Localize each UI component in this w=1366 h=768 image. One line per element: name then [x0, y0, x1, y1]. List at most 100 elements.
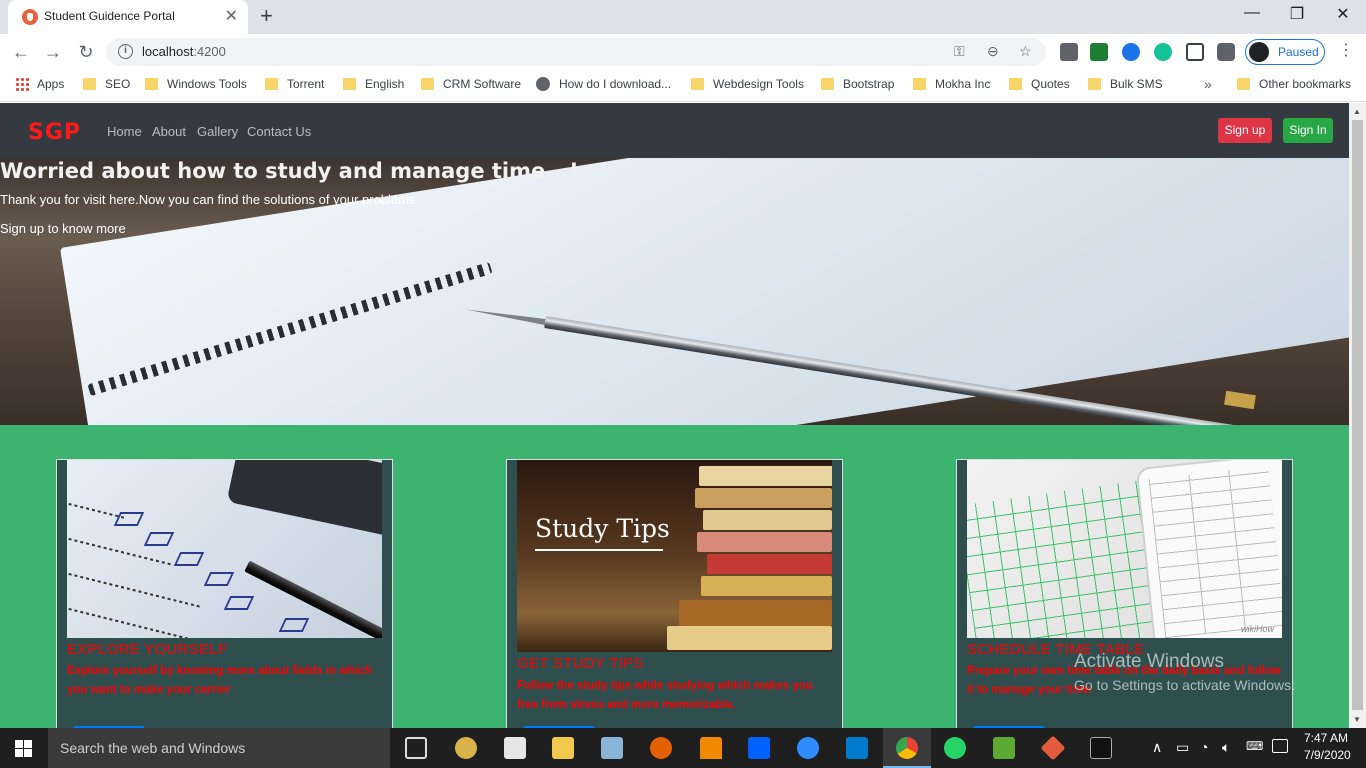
- nav-home[interactable]: Home: [107, 124, 142, 139]
- folder-icon: [1237, 78, 1250, 90]
- clock-date[interactable]: 7/9/2020: [1304, 748, 1351, 762]
- book-shape: [697, 532, 832, 552]
- back-icon[interactable]: ←: [9, 40, 33, 64]
- extension-dropper-icon[interactable]: [1060, 43, 1078, 61]
- browser-toolbar: ← → ↻ i localhost:4200 ⚿ ⊖ ☆ Paused ⋮: [0, 34, 1366, 70]
- zoom-app-icon[interactable]: [797, 737, 819, 759]
- folder-icon: [265, 78, 278, 90]
- windows-start-icon[interactable]: [15, 740, 32, 757]
- site-logo[interactable]: SGP: [28, 120, 81, 145]
- zoom-icon[interactable]: ⊖: [987, 43, 999, 60]
- signin-button[interactable]: Sign In: [1283, 118, 1333, 143]
- dotted-line: [67, 500, 126, 519]
- hero-pen-band: [1224, 390, 1256, 410]
- bookmark-star-icon[interactable]: ☆: [1019, 43, 1032, 60]
- bookmark-crm-software[interactable]: CRM Software: [421, 77, 521, 91]
- scroll-down-icon[interactable]: ▼: [1353, 715, 1361, 724]
- dropbox-icon[interactable]: [748, 737, 770, 759]
- dotted-line: [67, 570, 203, 609]
- tablet-table: [1148, 466, 1282, 638]
- chrome-icon[interactable]: [896, 737, 918, 759]
- git-app-icon[interactable]: [1040, 735, 1066, 761]
- hero-banner: Worried about how to study and manage ti…: [0, 158, 1349, 425]
- calculator-icon[interactable]: [504, 737, 526, 759]
- folder-icon: [821, 78, 834, 90]
- folder-icon: [913, 78, 926, 90]
- nav-contact-us[interactable]: Contact Us: [247, 124, 311, 139]
- extensions-puzzle-icon[interactable]: [1217, 43, 1235, 61]
- tray-expand-icon[interactable]: ∧: [1152, 739, 1162, 756]
- paint-icon[interactable]: [455, 737, 477, 759]
- restore-icon[interactable]: ❐: [1282, 4, 1312, 24]
- remote-desktop-icon[interactable]: [601, 737, 623, 759]
- browser-tab[interactable]: Student Guidence Portal ✕: [8, 0, 248, 34]
- more-bookmarks-icon[interactable]: »: [1204, 76, 1212, 92]
- extension-blue-icon[interactable]: [1122, 43, 1140, 61]
- firefox-icon[interactable]: [650, 737, 672, 759]
- bookmark-other[interactable]: Other bookmarks: [1237, 77, 1351, 91]
- folder-icon: [691, 78, 704, 90]
- activate-windows-title: Activate Windows: [1074, 651, 1224, 672]
- close-window-icon[interactable]: ✕: [1328, 4, 1358, 24]
- page-scrollbar[interactable]: ▲ ▼: [1349, 103, 1366, 728]
- address-bar[interactable]: i localhost:4200 ⚿ ⊖ ☆: [106, 38, 1046, 66]
- close-tab-icon[interactable]: ✕: [225, 6, 238, 26]
- taskbar-search-box[interactable]: Search the web and Windows: [48, 728, 390, 768]
- wifi-icon[interactable]: ◔: [1200, 739, 1208, 755]
- site-info-icon[interactable]: i: [118, 44, 133, 59]
- terminal-icon[interactable]: [1090, 737, 1112, 759]
- vlc-icon[interactable]: [700, 737, 722, 759]
- checkbox-shape: [113, 512, 145, 526]
- folder-icon: [421, 78, 434, 90]
- bookmark-apps[interactable]: Apps: [15, 77, 64, 91]
- scroll-thumb[interactable]: [1352, 120, 1363, 710]
- key-icon[interactable]: ⚿: [954, 43, 965, 60]
- extension-excel-icon[interactable]: [1090, 43, 1108, 61]
- file-explorer-icon[interactable]: [552, 737, 574, 759]
- bookmark-windows-tools[interactable]: Windows Tools: [145, 77, 247, 91]
- bookmark-quotes[interactable]: Quotes: [1009, 77, 1070, 91]
- profile-button[interactable]: Paused: [1245, 39, 1325, 65]
- bookmark-bulk-sms[interactable]: Bulk SMS: [1088, 77, 1163, 91]
- scroll-up-icon[interactable]: ▲: [1353, 107, 1361, 116]
- forward-icon[interactable]: →: [41, 40, 65, 64]
- whatsapp-icon[interactable]: [944, 737, 966, 759]
- nav-about[interactable]: About: [152, 124, 186, 139]
- bookmark-label: SEO: [105, 77, 131, 91]
- bookmark-webdesign-tools[interactable]: Webdesign Tools: [691, 77, 804, 91]
- extension-screenshot-icon[interactable]: [1186, 43, 1204, 61]
- bookmark-seo[interactable]: SEO: [83, 77, 130, 91]
- new-tab-icon[interactable]: +: [260, 3, 273, 29]
- book-shape: [679, 600, 832, 626]
- angular-favicon-icon: [22, 9, 38, 25]
- study-tips-image: Study Tips: [517, 460, 832, 652]
- clock-time[interactable]: 7:47 AM: [1304, 731, 1348, 745]
- bookmark-torrent[interactable]: Torrent: [265, 77, 324, 91]
- checkbox-shape: [173, 552, 205, 566]
- bookmark-english[interactable]: English: [343, 77, 404, 91]
- bookmark-label: Apps: [37, 77, 65, 91]
- battery-icon[interactable]: ▭: [1176, 739, 1189, 756]
- keyboard-icon[interactable]: ⌨: [1246, 739, 1263, 753]
- bookmark-mokha-inc[interactable]: Mokha Inc: [913, 77, 990, 91]
- notification-icon[interactable]: [1272, 739, 1288, 753]
- reload-icon[interactable]: ↻: [74, 40, 98, 64]
- vscode-icon[interactable]: [846, 737, 868, 759]
- signup-button[interactable]: Sign up: [1218, 118, 1272, 143]
- volume-icon[interactable]: 🔈︎: [1222, 739, 1230, 756]
- timetable-image: wikiHow: [967, 460, 1282, 638]
- bookmark-bootstrap[interactable]: Bootstrap: [821, 77, 894, 91]
- url-host: localhost: [142, 44, 194, 59]
- card-explore-yourself: EXPLORE YOURSELF Explore yourself by kno…: [56, 459, 393, 728]
- extension-grammarly-icon[interactable]: [1154, 43, 1172, 61]
- chrome-menu-icon[interactable]: ⋮: [1338, 40, 1354, 60]
- minimize-icon[interactable]: —: [1237, 4, 1267, 22]
- task-view-icon[interactable]: [405, 737, 427, 759]
- card-text: Follow the study tips while studying whi…: [517, 680, 813, 711]
- folder-icon: [83, 78, 96, 90]
- nav-gallery[interactable]: Gallery: [197, 124, 238, 139]
- card-title: EXPLORE YOURSELF: [67, 641, 228, 658]
- sheets-app-icon[interactable]: [993, 737, 1015, 759]
- book-shape: [703, 510, 832, 530]
- bookmark-how-do-i-download[interactable]: How do I download...: [536, 77, 671, 91]
